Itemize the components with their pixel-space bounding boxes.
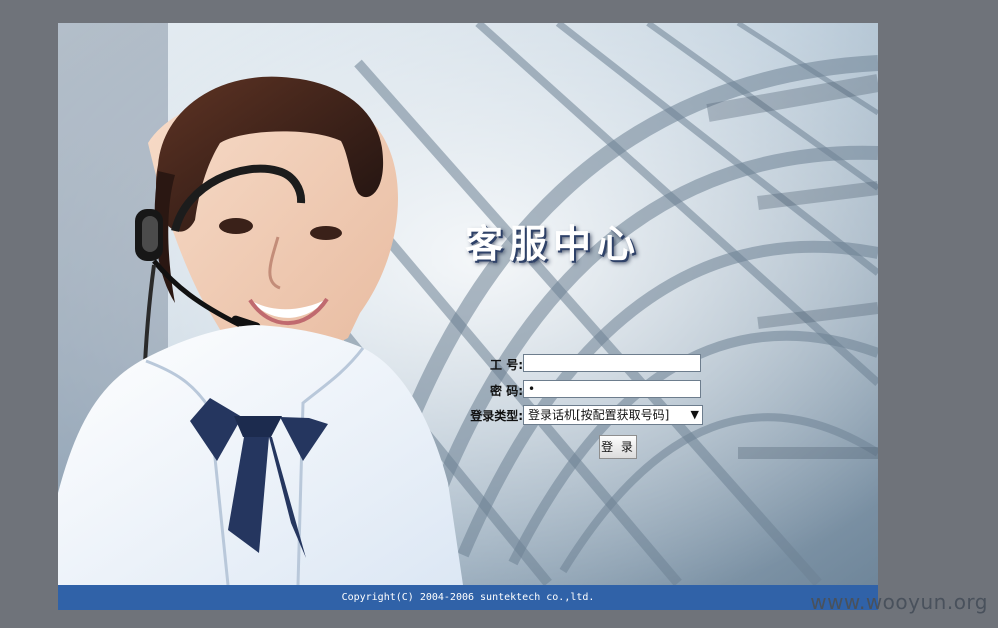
login-type-row: 登录类型: 登录话机[按配置获取号码] ▼ [462, 405, 707, 425]
login-type-value: 登录话机[按配置获取号码] [528, 408, 670, 422]
call-center-illustration [58, 23, 878, 585]
login-panel: 客服中心 工 号: 密 码: • 登录类型: 登录话机[按配置获取号码] ▼ 登… [58, 23, 878, 610]
employee-id-input[interactable] [523, 354, 701, 372]
password-label: 密 码: [490, 384, 523, 398]
copyright-text: Copyright(C) 2004-2006 suntektech co.,lt… [341, 592, 595, 603]
password-row: 密 码: • [462, 380, 707, 400]
footer-bar: Copyright(C) 2004-2006 suntektech co.,lt… [58, 585, 878, 610]
employee-id-row: 工 号: [462, 354, 707, 374]
page-title: 客服中心 [465, 221, 642, 266]
login-type-label: 登录类型: [470, 409, 523, 423]
dropdown-arrow-icon[interactable]: ▼ [691, 406, 699, 424]
login-type-select[interactable]: 登录话机[按配置获取号码] ▼ [523, 405, 703, 425]
login-button[interactable]: 登 录 [599, 435, 637, 459]
watermark: www.wooyun.org [810, 590, 988, 614]
password-input[interactable]: • [523, 380, 701, 398]
employee-id-label: 工 号: [490, 358, 523, 372]
